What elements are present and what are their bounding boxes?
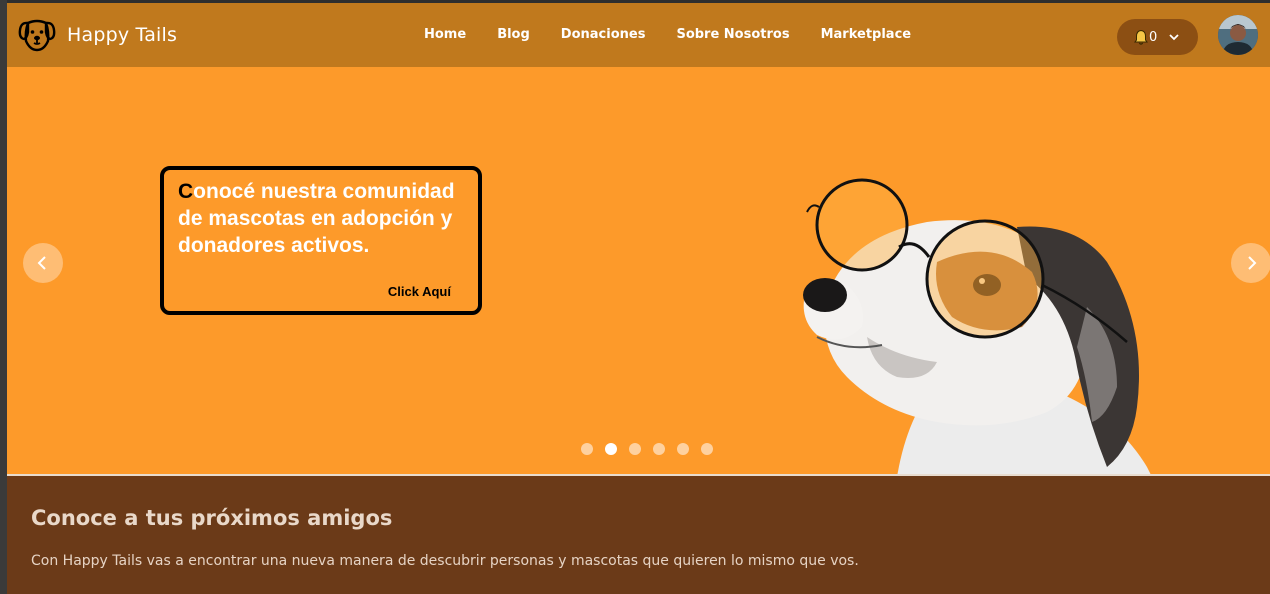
carousel-dot-5[interactable] xyxy=(677,443,689,455)
carousel-dot-3[interactable] xyxy=(629,443,641,455)
main-nav: Home Blog Donaciones Sobre Nosotros Mark… xyxy=(424,27,942,42)
nav-sobre-nosotros[interactable]: Sobre Nosotros xyxy=(676,27,789,42)
window-left-border xyxy=(0,0,7,594)
brand[interactable]: Happy Tails xyxy=(18,17,177,53)
headline-first-letter: C xyxy=(178,180,194,203)
avatar[interactable] xyxy=(1218,15,1258,55)
headline-text: onocé nuestra comunidad de mascotas en a… xyxy=(178,180,455,257)
cta-link[interactable]: Click Aquí xyxy=(388,284,451,299)
hero-carousel: Conocé nuestra comunidad de mascotas en … xyxy=(7,67,1270,474)
notification-count: 0 xyxy=(1149,29,1158,45)
chevron-left-icon xyxy=(37,256,46,270)
hero-callout[interactable]: Conocé nuestra comunidad de mascotas en … xyxy=(160,166,482,315)
carousel-indicators xyxy=(581,443,725,455)
carousel-dot-2[interactable] xyxy=(605,443,617,455)
section-text: Con Happy Tails vas a encontrar una nuev… xyxy=(31,553,859,569)
intro-section: Conoce a tus próximos amigos Con Happy T… xyxy=(7,476,1270,594)
carousel-prev-button[interactable] xyxy=(23,243,63,283)
nav-donaciones[interactable]: Donaciones xyxy=(561,27,646,42)
nav-blog[interactable]: Blog xyxy=(497,27,530,42)
carousel-next-button[interactable] xyxy=(1231,243,1270,283)
navbar: Happy Tails Home Blog Donaciones Sobre N… xyxy=(7,3,1270,67)
notifications-button[interactable]: 0 xyxy=(1117,19,1198,55)
nav-marketplace[interactable]: Marketplace xyxy=(821,27,912,42)
section-title: Conoce a tus próximos amigos xyxy=(31,506,393,530)
chevron-right-icon xyxy=(1248,256,1257,270)
hero-headline: Conocé nuestra comunidad de mascotas en … xyxy=(178,178,478,259)
bell-icon xyxy=(1134,29,1148,45)
carousel-dot-1[interactable] xyxy=(581,443,593,455)
avatar-image xyxy=(1218,15,1258,55)
nav-home[interactable]: Home xyxy=(424,27,466,42)
carousel-dot-4[interactable] xyxy=(653,443,665,455)
chevron-down-icon xyxy=(1169,34,1179,41)
dog-face-icon xyxy=(18,19,56,52)
dog-with-glasses-image xyxy=(803,178,1151,474)
carousel-dot-6[interactable] xyxy=(701,443,713,455)
brand-name: Happy Tails xyxy=(67,24,178,46)
